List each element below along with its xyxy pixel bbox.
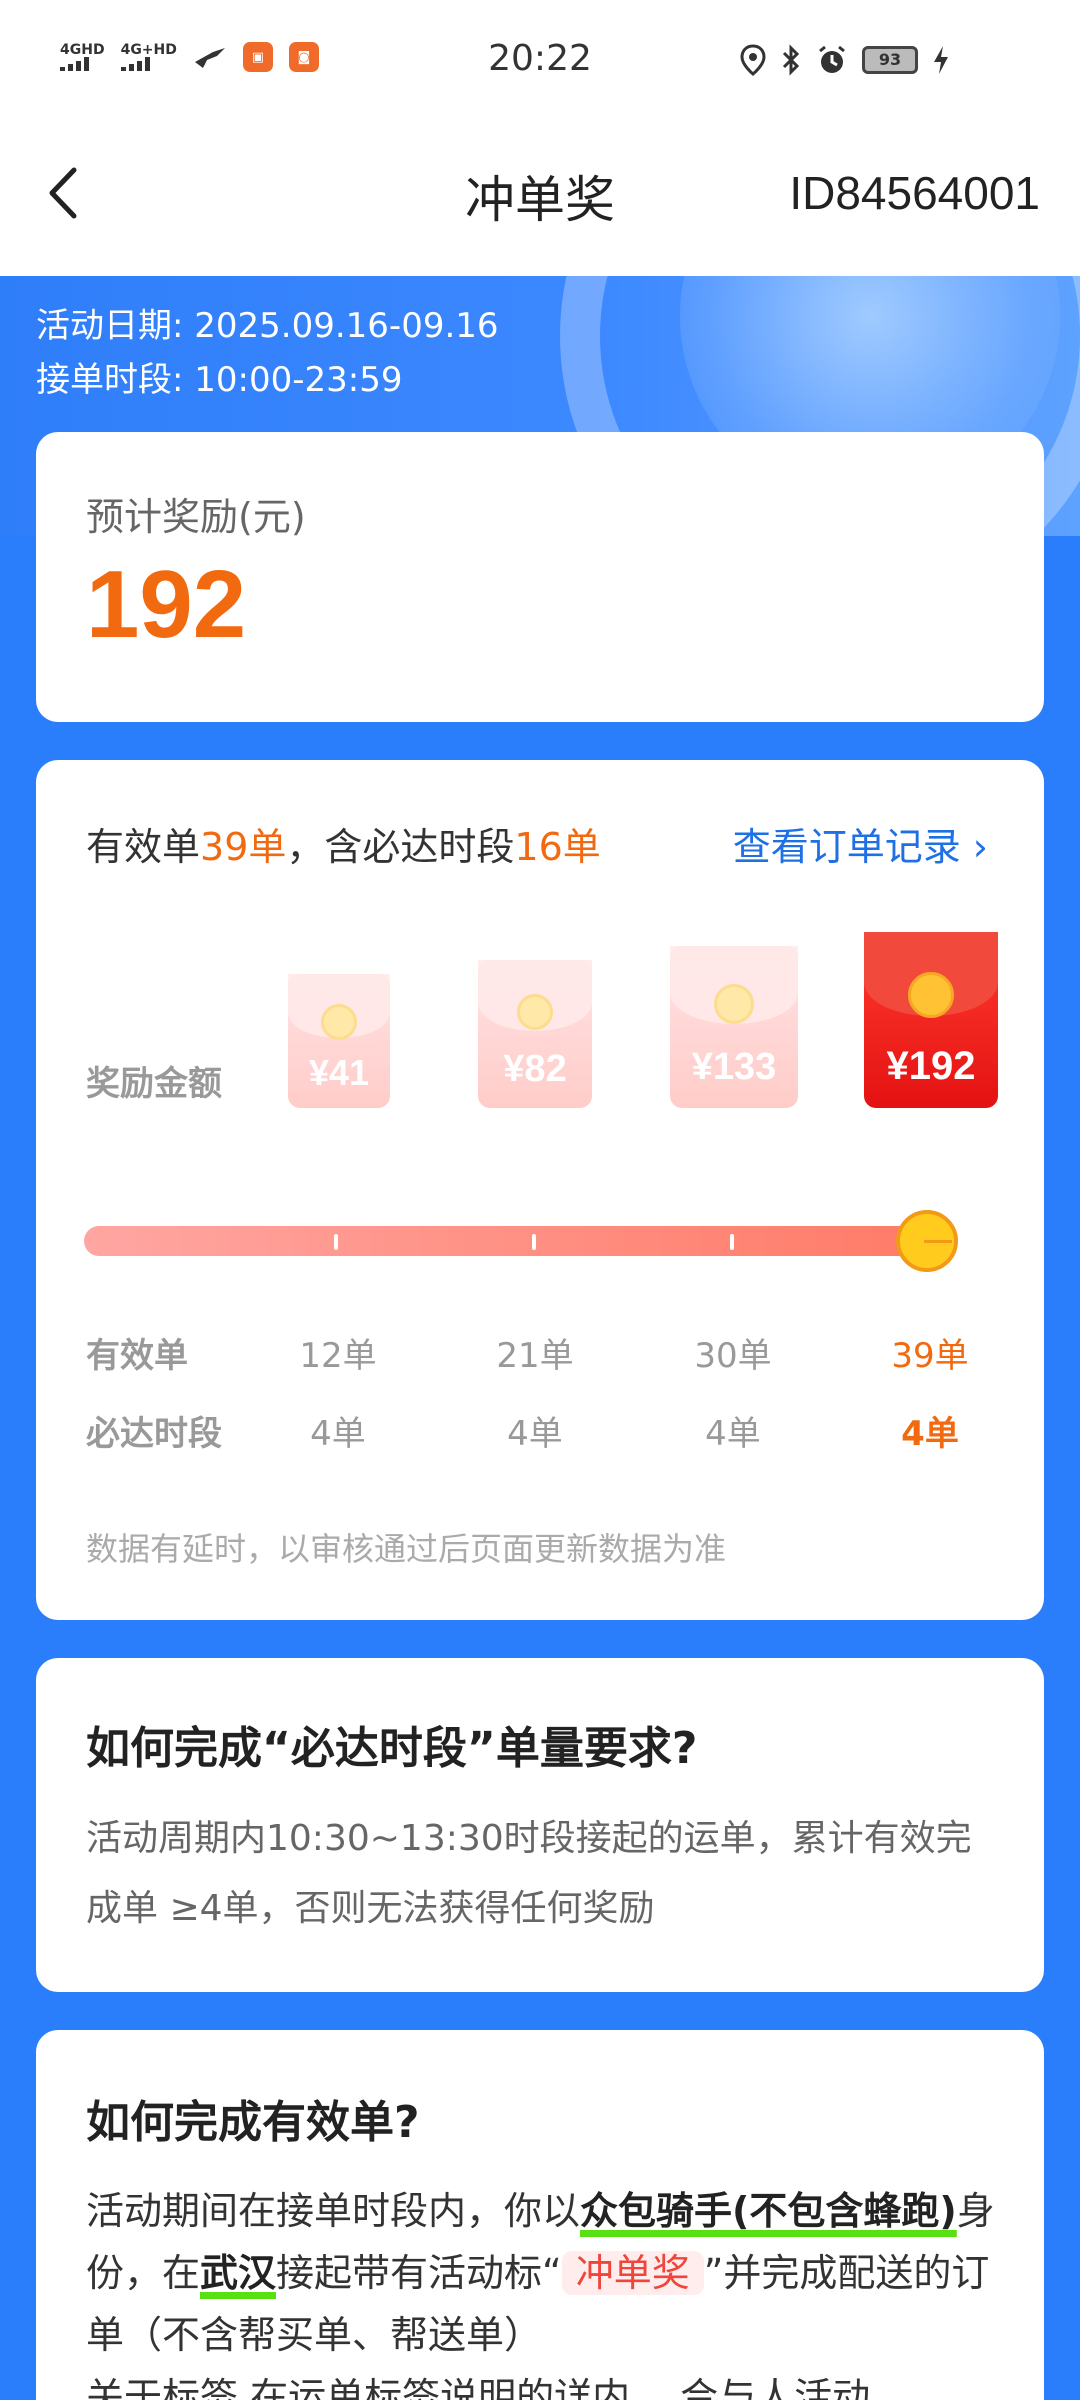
valid-order-info-card: 如何完成有效单? 活动期间在接单时段内，你以众包骑手(不包含蜂跑)身份，在武汉接… [36,2030,1044,2400]
section-body: 活动周期内10:30~13:30时段接起的运单，累计有效完成单 ≥4单，否则无法… [86,1818,972,1929]
section-title: 如何完成“必达时段”单量要求? [86,1723,698,1774]
progress-tick [334,1234,338,1250]
status-bar: 4GHD 4G+HD ▣ ◙ 20:22 93 [0,0,1080,120]
rule-text: 接起带有活动标“ [276,2251,562,2295]
status-right: 93 [740,44,950,76]
envelope-amount: ¥133 [691,1046,777,1088]
progress-card: 有效单39单，含必达时段16单 查看订单记录 › 奖励金额 ¥41 ¥82 ¥1… [36,760,1044,1620]
tier4-required: 4单 [901,1414,959,1454]
section-title: 如何完成有效单? [86,2097,420,2148]
summary-prefix: 有效单 [86,825,201,869]
envelope-amount: ¥41 [308,1052,370,1093]
tier1-valid: 12单 [299,1336,377,1376]
rider-id: ID84564001 [789,167,1040,219]
tier3-valid: 30单 [694,1336,772,1376]
valid-order-count: 39单 [200,825,287,869]
valid-orders-label: 有效单 [86,1336,188,1376]
activity-date: 活动日期: 2025.09.16-09.16 [36,306,499,346]
nav-bar: 冲单奖 ID84564001 [0,120,1080,276]
reward-label: 预计奖励(元) [86,495,306,539]
required-order-count: 16单 [514,825,601,869]
reward-card: 预计奖励(元) 192 [36,432,1044,722]
battery-icon: 93 [862,46,918,74]
reward-envelope-tier2: ¥82 [478,960,592,1108]
order-summary: 有效单39单，含必达时段16单 [86,816,601,871]
tier3-required: 4单 [705,1414,761,1454]
progress-tick [730,1234,734,1250]
rule-highlight: 武汉 [200,2251,277,2295]
tier1-required: 4单 [310,1414,366,1454]
envelope-amount: ¥82 [503,1048,567,1090]
activity-tag: 冲单奖 [561,2251,704,2295]
tier2-valid: 21单 [496,1336,574,1376]
summary-mid: ，含必达时段 [286,825,515,869]
reward-amount-label: 奖励金额 [86,1064,222,1104]
rule-highlight: 众包骑手(不包含蜂跑) [580,2189,957,2233]
activity-period: 接单时段: 10:00-23:59 [36,360,403,400]
reward-envelope-tier4: ¥192 [864,932,998,1108]
view-order-records-link[interactable]: 查看订单记录 › [733,816,988,871]
location-icon [740,44,766,76]
charging-icon [934,46,948,74]
progress-track [84,1226,948,1256]
reward-value: 192 [86,551,247,658]
rule-continuation: 关于标签 在运单标签说明的详内… 合与人活动 [86,2375,871,2400]
progress-knob [896,1210,958,1272]
reward-envelope-tier1: ¥41 [288,974,390,1108]
required-period-label: 必达时段 [86,1414,222,1454]
tier4-valid: 39单 [891,1336,969,1376]
bluetooth-icon [782,44,800,76]
progress-tick [532,1234,536,1250]
tier2-required: 4单 [507,1414,563,1454]
alarm-icon [819,45,845,73]
required-period-info-card: 如何完成“必达时段”单量要求? 活动周期内10:30~13:30时段接起的运单，… [36,1658,1044,1992]
envelope-amount: ¥192 [886,1044,976,1088]
valid-order-rules: 活动期间在接单时段内，你以众包骑手(不包含蜂跑)身份，在武汉接起带有活动标“ 冲单… [86,2180,996,2366]
rule-text: 活动期间在接单时段内，你以 [86,2189,581,2233]
data-delay-note: 数据有延时，以审核通过后页面更新数据为准 [86,1530,727,1568]
reward-envelope-tier3: ¥133 [670,946,798,1108]
